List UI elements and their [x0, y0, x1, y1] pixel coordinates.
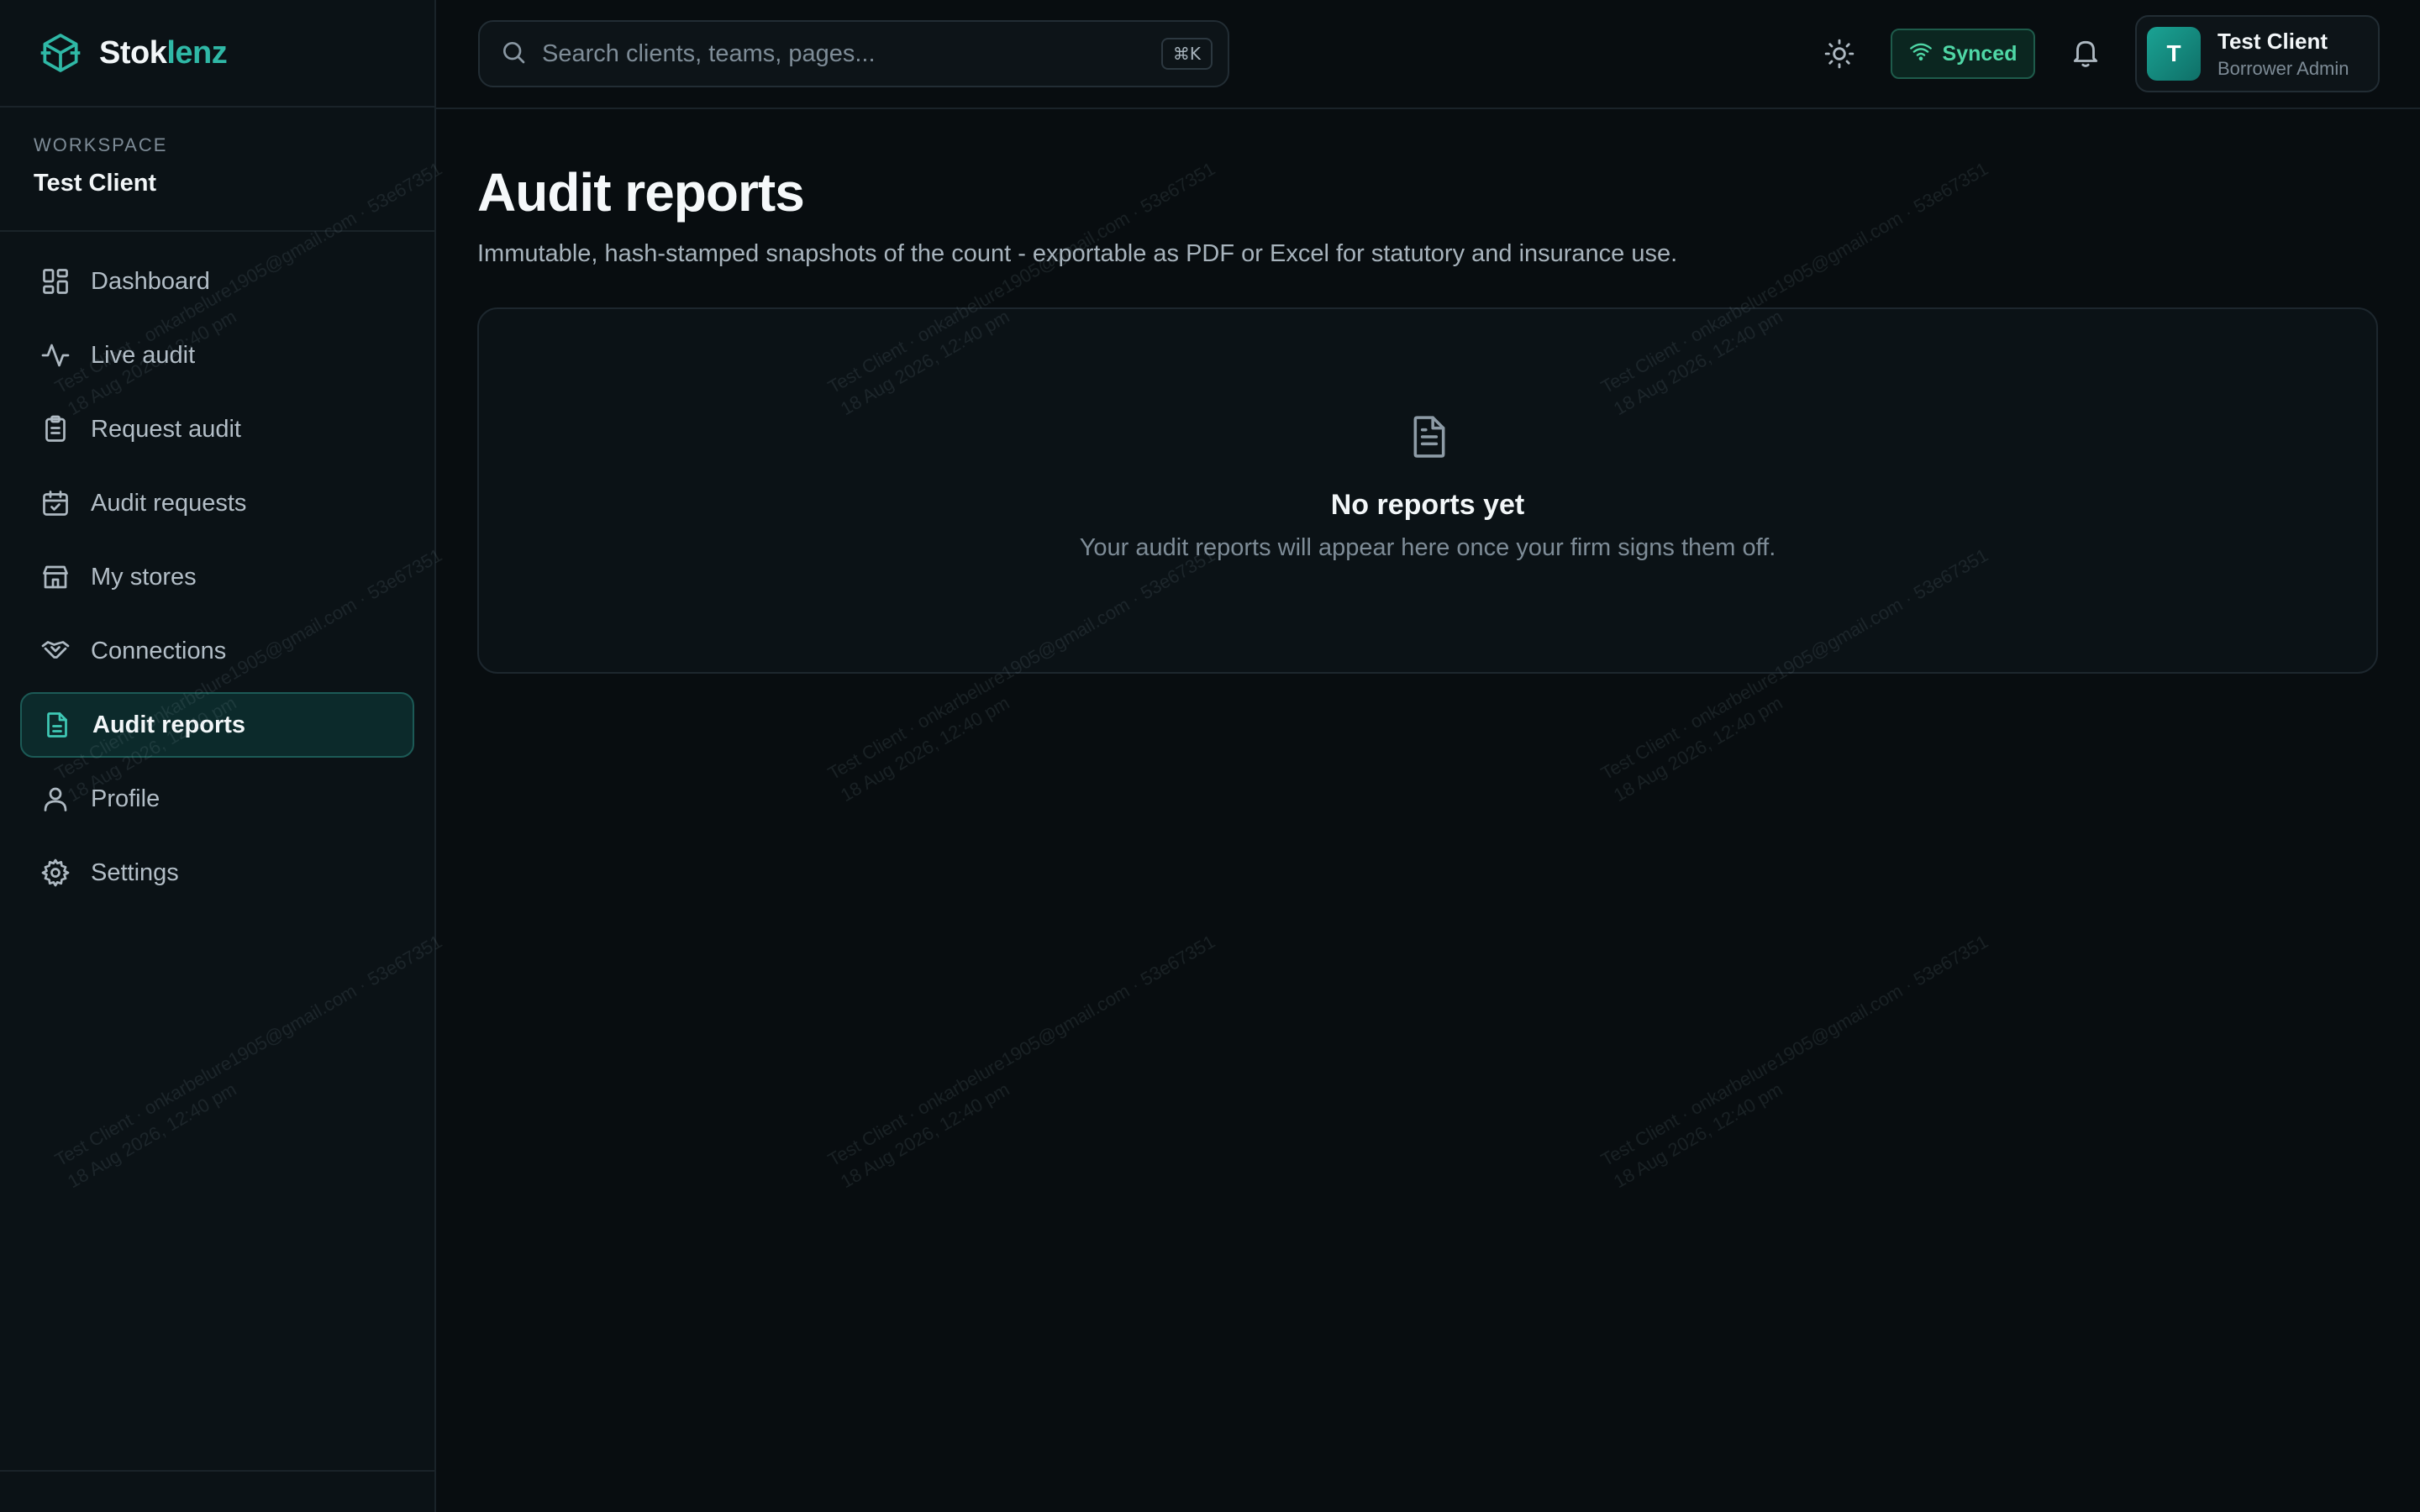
handshake-icon — [39, 634, 72, 668]
avatar: T — [2147, 27, 2201, 81]
app-root: Stoklenz WORKSPACE Test Client Dashboard — [0, 0, 2420, 1512]
brand-name-part2: lenz — [166, 34, 228, 71]
sidebar-item-settings[interactable]: Settings — [20, 840, 414, 906]
topbar: ⌘K Synced — [436, 0, 2420, 109]
brand-name: Stoklenz — [99, 34, 228, 71]
workspace-label: WORKSPACE — [34, 134, 168, 155]
workspace-name: Test Client — [34, 170, 157, 197]
user-info: Test Client Borrower Admin — [2217, 29, 2349, 80]
search-shortcut-badge: ⌘K — [1160, 38, 1213, 70]
empty-state-message: Your audit reports will appear here once… — [1079, 534, 1776, 561]
theme-toggle-button[interactable] — [1816, 32, 1863, 79]
watermark-line: Test Client · onkarbelure1905@gmail.com … — [824, 931, 1219, 1171]
cube-box-icon — [37, 29, 84, 76]
document-icon — [1407, 413, 1451, 460]
file-text-icon — [40, 708, 74, 742]
user-name: Test Client — [2217, 28, 2328, 54]
page-title: Audit reports — [477, 162, 805, 223]
search-box[interactable]: ⌘K — [478, 20, 1229, 87]
watermark-line: 18 Aug 2026, 12:40 pm — [837, 1078, 1013, 1193]
sidebar-item-label: Audit reports — [92, 711, 246, 738]
main-content: Audit reports Immutable, hash-stamped sn… — [477, 109, 2378, 674]
sidebar-item-label: Connections — [91, 637, 227, 664]
sidebar-item-label: Request audit — [91, 415, 241, 443]
sidebar-item-connections[interactable]: Connections — [20, 618, 414, 684]
sidebar-item-label: My stores — [91, 563, 197, 591]
search-icon — [500, 39, 527, 70]
search-input[interactable] — [542, 39, 1161, 68]
calendar-check-icon — [39, 486, 72, 520]
sidebar-item-dashboard[interactable]: Dashboard — [20, 249, 414, 314]
gear-icon — [39, 856, 72, 890]
sidebar-item-audit-reports[interactable]: Audit reports — [20, 692, 414, 758]
clipboard-list-icon — [39, 412, 72, 446]
bell-icon — [2070, 37, 2102, 73]
sidebar-item-live-audit[interactable]: Live audit — [20, 323, 414, 388]
sidebar-item-my-stores[interactable]: My stores — [20, 544, 414, 610]
sun-icon — [1823, 38, 1855, 74]
page-subtitle: Immutable, hash-stamped snapshots of the… — [477, 240, 1678, 267]
sidebar-item-label: Profile — [91, 785, 160, 812]
sidebar-item-audit-requests[interactable]: Audit requests — [20, 470, 414, 536]
wifi-icon — [1909, 39, 1933, 69]
user-icon — [39, 782, 72, 816]
store-icon — [39, 560, 72, 594]
watermark-line: Test Client · onkarbelure1905@gmail.com … — [1597, 931, 1992, 1171]
sidebar-item-request-audit[interactable]: Request audit — [20, 396, 414, 462]
user-role: Borrower Admin — [2217, 57, 2349, 79]
sidebar-item-label: Live audit — [91, 341, 196, 369]
watermark-text: Test Client · onkarbelure1905@gmail.com … — [1597, 929, 2006, 1194]
sidebar-item-label: Audit requests — [91, 489, 247, 517]
sync-status-badge[interactable]: Synced — [1891, 29, 2035, 79]
sidebar-footer-divider — [0, 1470, 434, 1472]
empty-state-title: No reports yet — [1330, 489, 1525, 521]
watermark-text: Test Client · onkarbelure1905@gmail.com … — [823, 929, 1233, 1194]
notifications-button[interactable] — [2061, 30, 2110, 79]
sidebar: Stoklenz WORKSPACE Test Client Dashboard — [0, 0, 436, 1512]
brand-name-part1: Stok — [99, 34, 167, 71]
sidebar-item-label: Settings — [91, 858, 179, 886]
sidebar-item-profile[interactable]: Profile — [20, 766, 414, 832]
user-menu-button[interactable]: T Test Client Borrower Admin — [2135, 15, 2380, 92]
sidebar-item-label: Dashboard — [91, 267, 210, 295]
grid-icon — [39, 265, 72, 298]
activity-icon — [39, 339, 72, 372]
watermark-line: 18 Aug 2026, 12:40 pm — [1610, 1078, 1786, 1193]
workspace-panel: WORKSPACE Test Client — [0, 108, 434, 232]
reports-empty-state: No reports yet Your audit reports will a… — [477, 307, 2378, 674]
brand[interactable]: Stoklenz — [0, 0, 434, 108]
sync-status-label: Synced — [1942, 41, 2018, 66]
sidebar-nav: Dashboard Live audit Request audit Audit… — [0, 232, 434, 906]
